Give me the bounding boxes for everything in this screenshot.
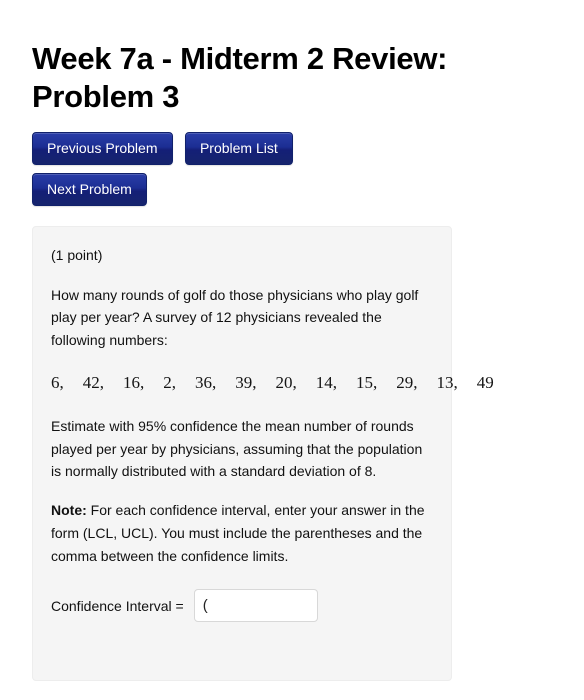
data-value: 13, bbox=[436, 372, 458, 392]
instruction-text: Estimate with 95% confidence the mean nu… bbox=[51, 418, 423, 480]
next-problem-button[interactable]: Next Problem bbox=[32, 172, 147, 206]
data-value: 14, bbox=[315, 372, 337, 392]
data-value: 49 bbox=[476, 372, 494, 392]
confidence-interval-input[interactable] bbox=[193, 589, 318, 623]
data-values-row: 6, 42, 16, 2, 36, 39, 20, 14, 15, 29, 13, 49 bbox=[51, 370, 584, 396]
note-label: Note: bbox=[51, 502, 87, 519]
data-value: 42, bbox=[82, 372, 104, 392]
data-value: 20, bbox=[275, 372, 297, 392]
previous-problem-button[interactable]: Previous Problem bbox=[32, 131, 173, 165]
data-value: 29, bbox=[396, 372, 418, 392]
note-text: Note: For each confidence interval, ente… bbox=[51, 499, 433, 567]
data-value: 2, bbox=[163, 372, 176, 392]
page-title: Week 7a - Midterm 2 Review: Problem 3 bbox=[32, 41, 448, 114]
answer-row: Confidence Interval = bbox=[51, 589, 433, 623]
problem-navigation: Previous Problem Problem List Next Probl… bbox=[0, 116, 440, 212]
question-text: How many rounds of golf do those physici… bbox=[51, 286, 419, 348]
data-value: 36, bbox=[195, 372, 217, 392]
problem-panel: (1 point) How many rounds of golf do tho… bbox=[32, 225, 494, 681]
problem-list-button[interactable]: Problem List bbox=[184, 131, 293, 165]
confidence-interval-label: Confidence Interval = bbox=[51, 597, 184, 614]
problem-page: Week 7a - Midterm 2 Review: Problem 3 Pr… bbox=[0, 0, 584, 700]
data-value: 39, bbox=[235, 372, 257, 392]
data-value: 6, bbox=[51, 372, 64, 392]
problem-navigation-row-2: Next Problem bbox=[32, 172, 440, 212]
data-value: 16, bbox=[123, 372, 145, 392]
data-value: 15, bbox=[356, 372, 378, 392]
point-value: (1 point) bbox=[51, 246, 103, 263]
note-body: For each confidence interval, enter your… bbox=[51, 502, 425, 564]
